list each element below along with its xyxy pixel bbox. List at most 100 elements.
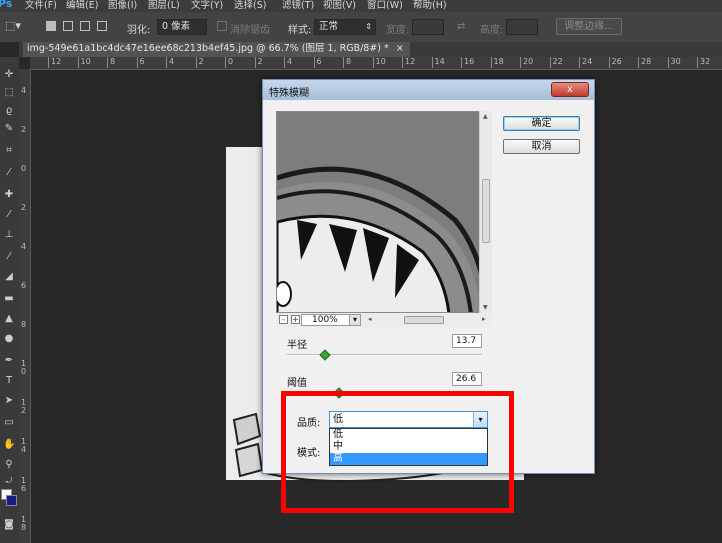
hand-tool-icon[interactable]: ✋ (3, 439, 15, 451)
horizontal-scroll-thumb[interactable] (404, 316, 444, 324)
brush-tool-icon[interactable]: ⁄ (3, 209, 15, 221)
ruler-tick: 8 (107, 57, 115, 68)
ruler-tick: 32 (697, 57, 710, 68)
type-tool-icon[interactable]: T (3, 375, 15, 387)
ruler-tick: 6 (21, 281, 27, 290)
subtract-selection-icon[interactable] (80, 21, 90, 31)
preview-vertical-scrollbar[interactable]: ▲ ▼ (479, 111, 492, 313)
radius-slider-track[interactable] (287, 354, 482, 356)
swap-colors-icon[interactable]: ⤾ (3, 475, 15, 487)
dodge-tool-icon[interactable]: ● (3, 333, 15, 345)
ruler-tick: 26 (608, 57, 622, 68)
width-input[interactable] (412, 19, 444, 35)
ruler-tick: 0 (225, 57, 233, 68)
preview-zoom-bar: - + 100% ▾ ◂ ▸ (276, 313, 492, 327)
menu-image[interactable]: 图像(I) (108, 0, 137, 11)
radius-input[interactable]: 13.7 (452, 334, 482, 348)
antialias-checkbox[interactable] (217, 21, 227, 31)
marquee-tool-icon[interactable]: ⬚▾ (5, 19, 21, 32)
zoom-out-button[interactable]: - (279, 315, 288, 324)
gradient-tool-icon[interactable]: ▬ (3, 293, 15, 305)
eyedropper-tool-icon[interactable]: ⁄ (3, 167, 15, 179)
ruler-tick: 10 (21, 359, 27, 376)
scroll-left-icon[interactable]: ◂ (368, 315, 372, 323)
style-value: 正常 (319, 21, 339, 32)
menu-filter[interactable]: 滤镜(T) (282, 0, 314, 11)
shape-tool-icon[interactable]: ▭ (3, 417, 15, 429)
close-tab-icon[interactable]: × (396, 43, 404, 54)
background-color-swatch[interactable] (6, 495, 17, 506)
ruler-tick: 8 (343, 57, 351, 68)
menu-window[interactable]: 窗口(W) (367, 0, 403, 11)
height-input[interactable] (506, 19, 538, 35)
ruler-tick: 4 (21, 242, 27, 251)
marquee-tool-icon[interactable]: ⬚ (3, 87, 15, 99)
quick-mask-icon[interactable]: ◙ (3, 519, 15, 531)
dialog-titlebar[interactable]: 特殊模糊 x (263, 80, 594, 100)
quick-select-tool-icon[interactable]: ✎ (3, 123, 15, 135)
zoom-dropdown-icon[interactable]: ▾ (349, 315, 360, 325)
scroll-right-icon[interactable]: ▸ (482, 315, 486, 323)
scroll-up-icon[interactable]: ▲ (483, 113, 488, 120)
blur-tool-icon[interactable]: ▲ (3, 313, 15, 325)
menu-type[interactable]: 文字(Y) (191, 0, 223, 11)
style-select[interactable]: 正常 ⇕ (314, 19, 376, 35)
horizontal-ruler: 12 10 8 6 4 2 0 2 4 6 8 10 12 14 16 18 20 22 24 26 28 30 32 (30, 57, 722, 70)
eraser-tool-icon[interactable]: ◢ (3, 271, 15, 283)
cancel-button[interactable]: 取消 (503, 139, 580, 154)
ruler-tick: 4 (166, 57, 174, 68)
options-bar: ⬚▾ 羽化: 0 像素 消除锯齿 样式: 正常 ⇕ 宽度: ⇄ 高度: 调整边缘.… (0, 12, 722, 43)
history-brush-tool-icon[interactable]: ⁄ (3, 251, 15, 263)
dialog-close-button[interactable]: x (551, 82, 589, 97)
menu-file[interactable]: 文件(F) (25, 0, 57, 11)
zoom-in-button[interactable]: + (291, 315, 300, 324)
document-tab-bar: img-549e61a1bc4dc47e16ee68c213b4ef45.jpg… (19, 42, 722, 57)
swap-icon[interactable]: ⇄ (457, 21, 465, 32)
ruler-tick: 6 (313, 57, 322, 68)
ruler-tick: 20 (520, 57, 533, 68)
menu-view[interactable]: 视图(V) (323, 0, 356, 11)
preview-image (277, 112, 491, 312)
ruler-tick: 12 (21, 398, 27, 415)
menu-select[interactable]: 选择(S) (234, 0, 266, 11)
ruler-tick: 30 (667, 57, 681, 68)
ok-button[interactable]: 确定 (503, 116, 580, 131)
path-select-tool-icon[interactable]: ➤ (3, 395, 15, 407)
ruler-tick: 4 (21, 86, 27, 95)
clone-stamp-tool-icon[interactable]: ⊥ (3, 229, 15, 241)
ruler-tick: 12 (48, 57, 61, 68)
preview-area[interactable] (276, 111, 492, 313)
menu-layer[interactable]: 图层(L) (148, 0, 180, 11)
menu-help[interactable]: 帮助(H) (413, 0, 447, 11)
refine-edge-button[interactable]: 调整边缘... (556, 18, 622, 35)
pen-tool-icon[interactable]: ✒ (3, 355, 15, 367)
healing-brush-tool-icon[interactable]: ✚ (3, 189, 15, 201)
threshold-input[interactable]: 26.6 (452, 372, 482, 386)
dialog-title: 特殊模糊 (269, 88, 309, 99)
style-label: 样式: (288, 25, 312, 36)
crop-tool-icon[interactable]: ⌗ (3, 145, 15, 157)
radius-slider-knob[interactable] (319, 349, 331, 361)
feather-label: 羽化: (127, 25, 151, 36)
zoom-tool-icon[interactable]: ⚲ (3, 459, 15, 471)
vertical-scroll-thumb[interactable] (482, 179, 490, 243)
ruler-tick: 22 (549, 57, 563, 68)
ruler-tick: 2 (195, 57, 204, 68)
move-tool-icon[interactable]: ✛ (3, 69, 15, 81)
scroll-down-icon[interactable]: ▼ (483, 304, 488, 311)
add-to-selection-icon[interactable] (63, 21, 73, 31)
intersect-selection-icon[interactable] (97, 21, 107, 31)
feather-input[interactable]: 0 像素 (157, 19, 207, 35)
zoom-select[interactable]: 100% ▾ (301, 314, 361, 326)
ruler-tick: 2 (254, 57, 263, 68)
ruler-tick: 24 (579, 57, 592, 68)
threshold-label: 阈值 (287, 378, 307, 389)
ruler-tick: 18 (490, 57, 504, 68)
ruler-tick: 0 (21, 164, 27, 173)
new-selection-icon[interactable] (46, 21, 56, 31)
lasso-tool-icon[interactable]: ϱ (3, 105, 15, 117)
ruler-tick: 10 (77, 57, 91, 68)
menu-edit[interactable]: 编辑(E) (66, 0, 98, 11)
ruler-tick: 14 (21, 437, 27, 454)
document-tab[interactable]: img-549e61a1bc4dc47e16ee68c213b4ef45.jpg… (23, 42, 410, 57)
